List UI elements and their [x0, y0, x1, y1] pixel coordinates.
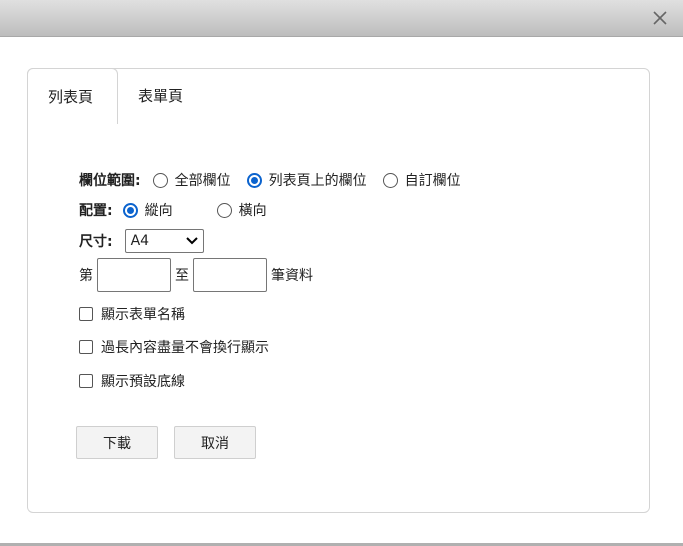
checkbox-default-underline-label: 顯示預設底線 [101, 374, 185, 390]
chevron-down-icon [185, 237, 198, 245]
checkbox-default-underline-row: 顯示預設底線 [79, 371, 185, 391]
field-range-label: 欄位範圍: [79, 173, 141, 189]
checkbox-default-underline-box[interactable] [79, 374, 93, 388]
radio-portrait-label: 縱向 [144, 203, 173, 219]
radio-landscape[interactable]: 橫向 [216, 200, 267, 220]
orientation-row: 配置: 縱向 橫向 [79, 200, 283, 220]
cancel-button[interactable]: 取消 [174, 426, 256, 459]
checkbox-show-form-name-box[interactable] [79, 307, 93, 321]
radio-list-page-fields[interactable]: 列表頁上的欄位 [246, 170, 367, 190]
size-row: 尺寸: A4 [79, 229, 204, 253]
tab-list-page[interactable]: 列表頁 [27, 68, 118, 124]
range-prefix: 第 [79, 268, 93, 284]
size-select-value: A4 [130, 233, 150, 249]
radio-all-fields[interactable]: 全部欄位 [152, 170, 231, 190]
radio-all-fields-circle[interactable] [152, 172, 168, 188]
radio-landscape-circle[interactable] [216, 202, 232, 218]
size-select[interactable]: A4 [124, 229, 204, 253]
checkbox-no-wrap-label: 過長內容盡量不會換行顯示 [101, 340, 269, 356]
checkbox-no-wrap-box[interactable] [79, 340, 93, 354]
checkbox-show-form-name-row: 顯示表單名稱 [79, 304, 185, 324]
tab-list-page-label: 列表頁 [48, 88, 94, 106]
tab-form-page-label: 表單頁 [138, 87, 184, 105]
orientation-label: 配置: [79, 203, 113, 219]
size-label: 尺寸: [79, 234, 113, 250]
radio-landscape-label: 橫向 [238, 203, 267, 219]
radio-list-page-fields-circle[interactable] [246, 172, 262, 188]
record-range-row: 第 至 筆資料 [79, 258, 313, 292]
tab-bar: 列表頁 表單頁 [27, 68, 650, 124]
dialog-titlebar [0, 0, 683, 37]
radio-all-fields-label: 全部欄位 [174, 173, 231, 189]
radio-list-page-fields-label: 列表頁上的欄位 [268, 173, 367, 189]
range-middle: 至 [175, 268, 189, 284]
close-icon[interactable] [651, 9, 669, 27]
range-suffix: 筆資料 [271, 268, 313, 284]
radio-custom-fields-circle[interactable] [382, 172, 398, 188]
range-to-input[interactable] [193, 258, 267, 292]
checkbox-default-underline[interactable]: 顯示預設底線 [79, 371, 185, 391]
download-button[interactable]: 下載 [76, 426, 158, 459]
radio-portrait[interactable]: 縱向 [122, 200, 173, 220]
radio-custom-fields-label: 自訂欄位 [404, 173, 461, 189]
checkbox-show-form-name[interactable]: 顯示表單名稱 [79, 304, 185, 324]
radio-portrait-circle[interactable] [122, 202, 138, 218]
range-from-input[interactable] [97, 258, 171, 292]
radio-custom-fields[interactable]: 自訂欄位 [382, 170, 461, 190]
checkbox-no-wrap[interactable]: 過長內容盡量不會換行顯示 [79, 337, 269, 357]
checkbox-no-wrap-row: 過長內容盡量不會換行顯示 [79, 337, 269, 357]
tab-form-page[interactable]: 表單頁 [118, 68, 208, 124]
field-range-row: 欄位範圍: 全部欄位 列表頁上的欄位 自訂欄位 [79, 170, 477, 190]
checkbox-show-form-name-label: 顯示表單名稱 [101, 307, 185, 323]
